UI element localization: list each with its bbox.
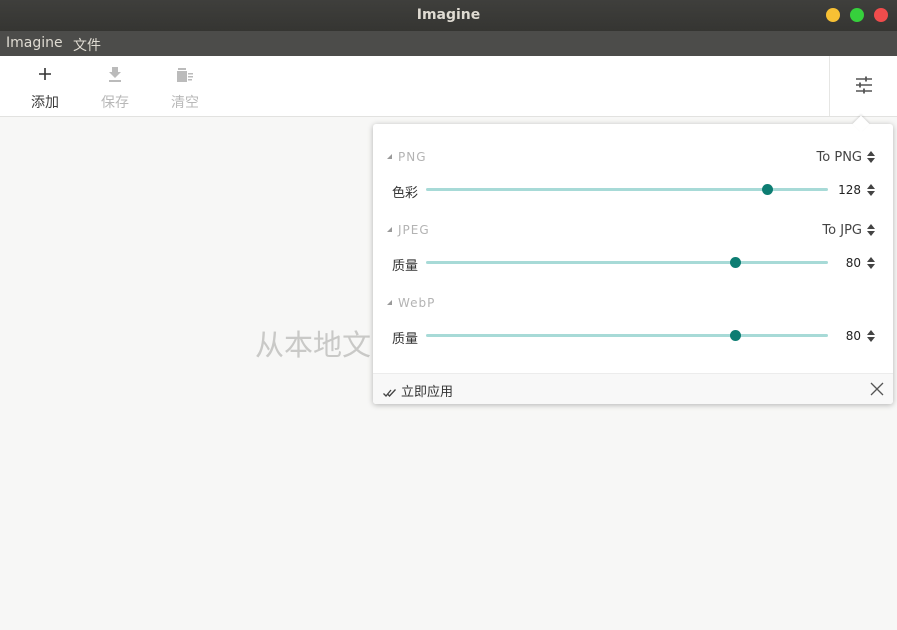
close-icon[interactable] xyxy=(870,382,884,396)
add-button-label: 添加 xyxy=(31,95,59,111)
add-button[interactable]: 添加 xyxy=(15,56,75,116)
png-color-spinner-icon[interactable] xyxy=(866,183,876,197)
settings-popover: PNG To PNG 色彩 128 JPEG To JPG 质量 80 WebP… xyxy=(373,115,893,404)
collapse-triangle-icon xyxy=(387,227,392,232)
webp-quality-label: 质量 xyxy=(392,332,419,347)
png-color-slider-knob[interactable] xyxy=(762,184,774,195)
webp-quality-spinner-icon[interactable] xyxy=(866,329,876,343)
minimize-button[interactable] xyxy=(826,8,840,22)
jpeg-quality-label: 质量 xyxy=(392,259,419,274)
jpeg-format-value: To JPG xyxy=(822,223,862,238)
settings-button[interactable] xyxy=(829,56,897,116)
close-window-button[interactable] xyxy=(874,8,888,22)
webp-section-header[interactable]: WebP xyxy=(387,296,435,312)
collapse-triangle-icon xyxy=(387,300,392,305)
apply-now-label: 立即应用 xyxy=(401,385,454,400)
jpeg-header-label: JPEG xyxy=(398,223,430,237)
png-header-label: PNG xyxy=(398,150,427,164)
toolbar: 添加 保存 清空 xyxy=(0,56,897,117)
menu-item-file[interactable]: 文件 xyxy=(73,35,101,55)
save-button[interactable]: 保存 xyxy=(85,56,145,116)
png-section-header[interactable]: PNG xyxy=(387,150,427,166)
popover-footer: 立即应用 xyxy=(373,373,893,404)
webp-quality-value[interactable]: 80 xyxy=(829,329,861,343)
updown-arrows-icon xyxy=(867,224,875,236)
clear-button-label: 清空 xyxy=(171,95,199,111)
webp-quality-slider-knob[interactable] xyxy=(730,330,742,341)
png-format-select[interactable]: To PNG xyxy=(817,150,875,165)
jpeg-format-select[interactable]: To JPG xyxy=(822,223,875,238)
download-icon xyxy=(85,65,145,85)
jpeg-quality-slider-knob[interactable] xyxy=(730,257,742,268)
double-check-icon xyxy=(383,389,396,397)
title-bar: Imagine xyxy=(0,0,897,31)
collapse-triangle-icon xyxy=(387,154,392,159)
clear-button[interactable]: 清空 xyxy=(155,56,215,116)
apply-now-button[interactable]: 立即应用 xyxy=(383,381,453,400)
sliders-icon xyxy=(856,76,872,94)
window-title: Imagine xyxy=(416,7,481,23)
jpeg-section-header[interactable]: JPEG xyxy=(387,223,430,239)
jpeg-quality-value[interactable]: 80 xyxy=(829,256,861,270)
webp-header-label: WebP xyxy=(398,296,436,310)
webp-quality-slider[interactable] xyxy=(426,330,828,341)
menu-item-imagine[interactable]: Imagine xyxy=(6,35,63,51)
png-color-value[interactable]: 128 xyxy=(829,183,861,197)
plus-icon xyxy=(15,65,75,85)
popover-arrow xyxy=(852,115,870,133)
png-format-value: To PNG xyxy=(816,150,862,165)
drop-hint-text: 从本地文 xyxy=(255,328,372,362)
png-color-slider[interactable] xyxy=(426,184,828,195)
png-color-label: 色彩 xyxy=(392,186,419,201)
menu-bar: Imagine 文件 xyxy=(0,31,897,56)
jpeg-quality-spinner-icon[interactable] xyxy=(866,256,876,270)
jpeg-quality-slider[interactable] xyxy=(426,257,828,268)
save-button-label: 保存 xyxy=(101,95,129,111)
trash-icon xyxy=(155,65,215,85)
updown-arrows-icon xyxy=(867,151,875,163)
maximize-button[interactable] xyxy=(850,8,864,22)
